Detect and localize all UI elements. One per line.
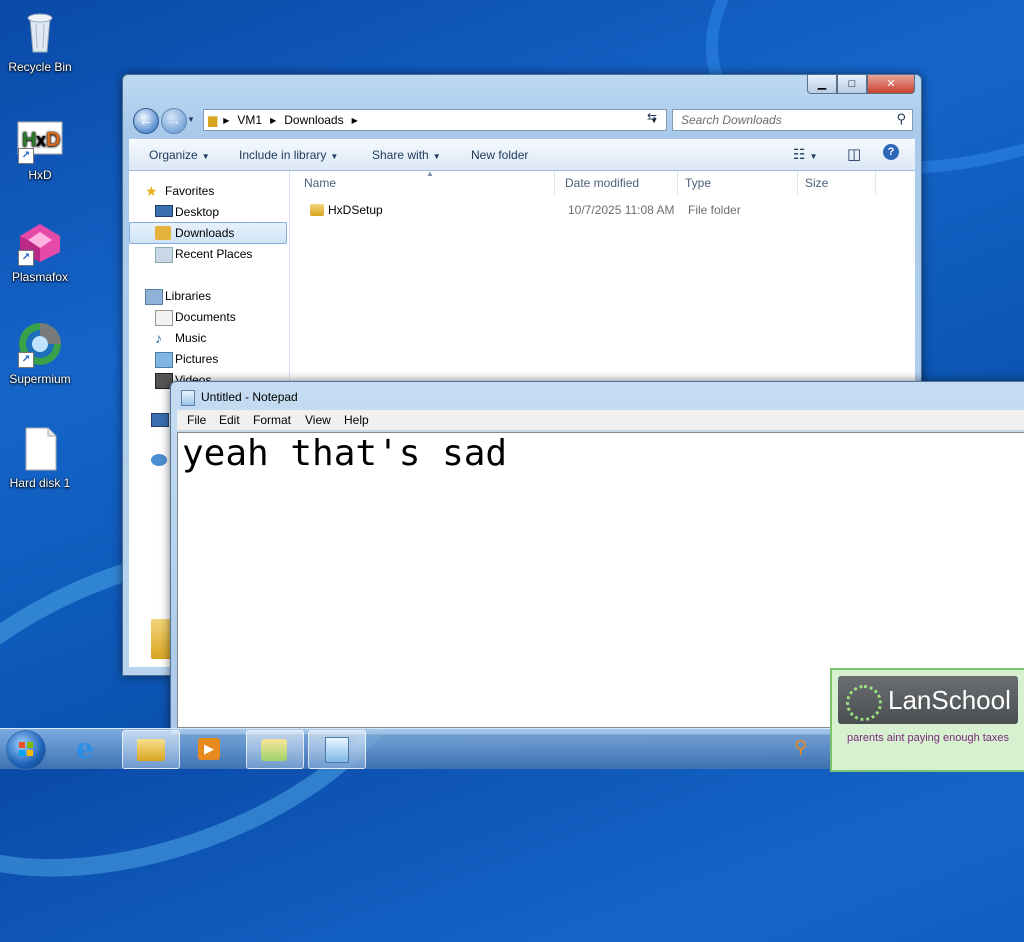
nav-recent-places[interactable]: Recent Places (129, 244, 285, 264)
minimize-button[interactable]: ▁ (807, 75, 837, 94)
file-icon (16, 424, 64, 472)
command-bar: Organize ▼ Include in library ▼ Share with… (129, 139, 915, 171)
supermium-icon: ↗ (16, 320, 64, 368)
organize-button[interactable]: Organize ▼ (149, 148, 210, 162)
breadcrumb-separator-icon: ▶ (351, 115, 358, 125)
chevron-down-icon: ▼ (432, 152, 441, 161)
breadcrumb-separator-icon: ▶ (270, 115, 277, 125)
app-icon (261, 739, 287, 761)
network-icon[interactable] (151, 454, 167, 466)
file-type: File folder (688, 203, 741, 217)
taskbar-internet-explorer[interactable]: e (62, 730, 118, 767)
downloads-folder-icon (155, 226, 171, 240)
recycle-bin-icon (16, 8, 64, 56)
menu-file[interactable]: File (187, 413, 206, 427)
nav-music[interactable]: ♪ Music (129, 328, 285, 348)
refresh-button[interactable]: ⇆ (641, 110, 663, 128)
search-placeholder: Search Downloads (681, 113, 782, 127)
change-view-icon[interactable]: ☷ ▼ (793, 146, 817, 163)
chevron-down-icon: ▼ (330, 152, 339, 161)
svg-text:D: D (46, 129, 60, 151)
desktop-icon-plasmafox[interactable]: ↗ Plasmafox (4, 218, 76, 284)
close-button[interactable]: ✕ (867, 75, 915, 94)
menu-format[interactable]: Format (253, 413, 291, 427)
preview-pane-icon[interactable]: ◫ (847, 145, 861, 163)
folder-icon (137, 739, 165, 761)
search-icon: ⚲ (896, 111, 906, 126)
desktop-icon-label: Plasmafox (11, 270, 69, 284)
include-in-library-button[interactable]: Include in library ▼ (239, 148, 338, 162)
taskbar-windows-explorer[interactable] (122, 730, 180, 769)
menu-edit[interactable]: Edit (219, 413, 240, 427)
nav-desktop[interactable]: Desktop (129, 202, 285, 222)
search-input[interactable]: Search Downloads ⚲ (672, 109, 913, 131)
desktop-icon-supermium[interactable]: ↗ Supermium (4, 320, 76, 386)
nav-downloads[interactable]: Downloads (129, 222, 287, 244)
table-row[interactable]: HxDSetup 10/7/2025 11:08 AM File folder (290, 171, 915, 231)
taskbar-app[interactable] (246, 730, 304, 769)
lanschool-logo: LanSchool (838, 676, 1018, 724)
desktop-icon-hxd[interactable]: HxD ↗ HxD (4, 116, 76, 182)
maximize-button[interactable]: □ (837, 75, 867, 94)
share-with-button[interactable]: Share with ▼ (372, 148, 441, 162)
shortcut-arrow-icon: ↗ (18, 352, 34, 368)
recent-places-icon (155, 247, 173, 263)
address-bar[interactable]: ▆ ▶ VM1 ▶ Downloads ▶ ▼ (203, 109, 667, 131)
taskbar-notepad[interactable] (308, 730, 366, 769)
breadcrumb-item[interactable]: VM1 (237, 113, 262, 127)
taskbar-media-player[interactable]: ▶ (182, 730, 238, 767)
nav-favorites[interactable]: ★ Favorites (129, 181, 285, 201)
lanschool-notification: LanSchool parents aint paying enough tax… (830, 668, 1024, 772)
breadcrumb-item[interactable]: Downloads (284, 113, 343, 127)
search-tray-icon[interactable]: ⚲ (794, 737, 807, 758)
chevron-down-icon: ▼ (201, 152, 210, 161)
start-button[interactable] (6, 730, 46, 770)
lanschool-message: parents aint paying enough taxes (846, 732, 1010, 744)
pictures-icon (155, 352, 173, 368)
help-icon[interactable]: ? (883, 144, 899, 160)
internet-explorer-icon: e (76, 732, 94, 765)
svg-text:x: x (36, 130, 46, 150)
desktop-icon-hard-disk-1[interactable]: Hard disk 1 (4, 424, 76, 490)
libraries-icon (145, 289, 163, 305)
file-date-modified: 10/7/2025 11:08 AM (568, 203, 675, 217)
nav-pictures[interactable]: Pictures (129, 349, 285, 369)
desktop-icon-label: Supermium (9, 372, 71, 386)
menu-bar: File Edit Format View Help (177, 410, 1024, 431)
nav-libraries[interactable]: Libraries (129, 286, 285, 306)
new-folder-button[interactable]: New folder (471, 148, 528, 162)
desktop-icon (155, 205, 173, 217)
recent-pages-dropdown[interactable]: ▼ (187, 115, 195, 124)
plasmafox-icon: ↗ (16, 218, 64, 266)
hxd-icon: HxD ↗ (16, 116, 64, 164)
music-icon: ♪ (155, 330, 162, 346)
windows-logo-icon (19, 742, 33, 756)
nav-documents[interactable]: Documents (129, 307, 285, 327)
breadcrumb-separator-icon: ▶ (223, 115, 230, 125)
notepad-icon (325, 737, 349, 763)
window-title: Untitled - Notepad (201, 390, 298, 404)
lanschool-brand: LanSchool (888, 685, 1011, 715)
folder-icon (310, 204, 324, 216)
shortcut-arrow-icon: ↗ (18, 148, 34, 164)
desktop-icon-label: HxD (28, 168, 52, 182)
lanschool-logo-icon (846, 685, 882, 721)
media-player-icon: ▶ (198, 738, 220, 760)
star-icon: ★ (145, 183, 158, 199)
menu-view[interactable]: View (305, 413, 331, 427)
desktop-icon-label: Hard disk 1 (9, 476, 71, 490)
shortcut-arrow-icon: ↗ (18, 250, 34, 266)
file-name: HxDSetup (328, 203, 383, 217)
folder-icon: ▆ (208, 113, 218, 127)
computer-icon[interactable] (151, 413, 169, 427)
forward-button[interactable]: → (161, 108, 187, 134)
back-button[interactable]: ← (133, 108, 159, 134)
desktop-icon-recycle-bin[interactable]: Recycle Bin (4, 8, 76, 74)
menu-help[interactable]: Help (344, 413, 369, 427)
notepad-icon (181, 390, 195, 406)
window-caption-buttons: ▁ □ ✕ (807, 75, 915, 95)
documents-icon (155, 310, 173, 326)
desktop-icon-label: Recycle Bin (8, 60, 72, 74)
